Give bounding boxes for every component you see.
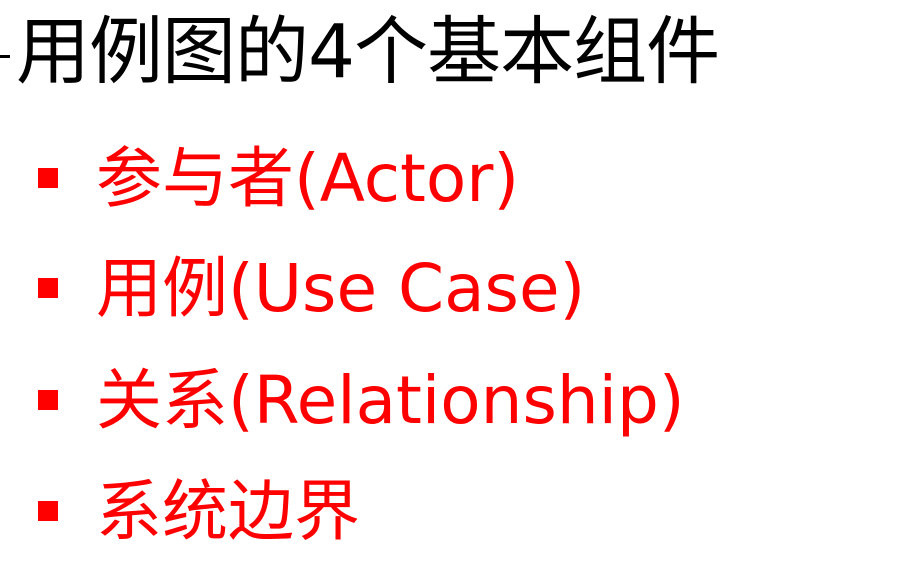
list-item-label: 系统边界	[96, 473, 360, 550]
list-item-label: 用例(Use Case)	[96, 250, 586, 327]
list-item: 关系(Relationship)	[0, 356, 917, 456]
square-bullet-icon	[38, 390, 58, 410]
list-item: 参与者(Actor)	[0, 134, 917, 234]
list-item: 系统边界	[0, 467, 917, 566]
square-bullet-icon	[38, 168, 58, 188]
square-bullet-icon	[38, 501, 58, 521]
slide: 用例图的4个基本组件 参与者(Actor) 用例(Use Case) 关系(Re…	[0, 0, 917, 566]
bullet-list: 参与者(Actor) 用例(Use Case) 关系(Relationship)…	[0, 0, 917, 566]
list-item: 用例(Use Case)	[0, 244, 917, 344]
list-item-label: 参与者(Actor)	[96, 140, 520, 217]
list-item-label: 关系(Relationship)	[96, 362, 685, 439]
square-bullet-icon	[38, 278, 58, 298]
